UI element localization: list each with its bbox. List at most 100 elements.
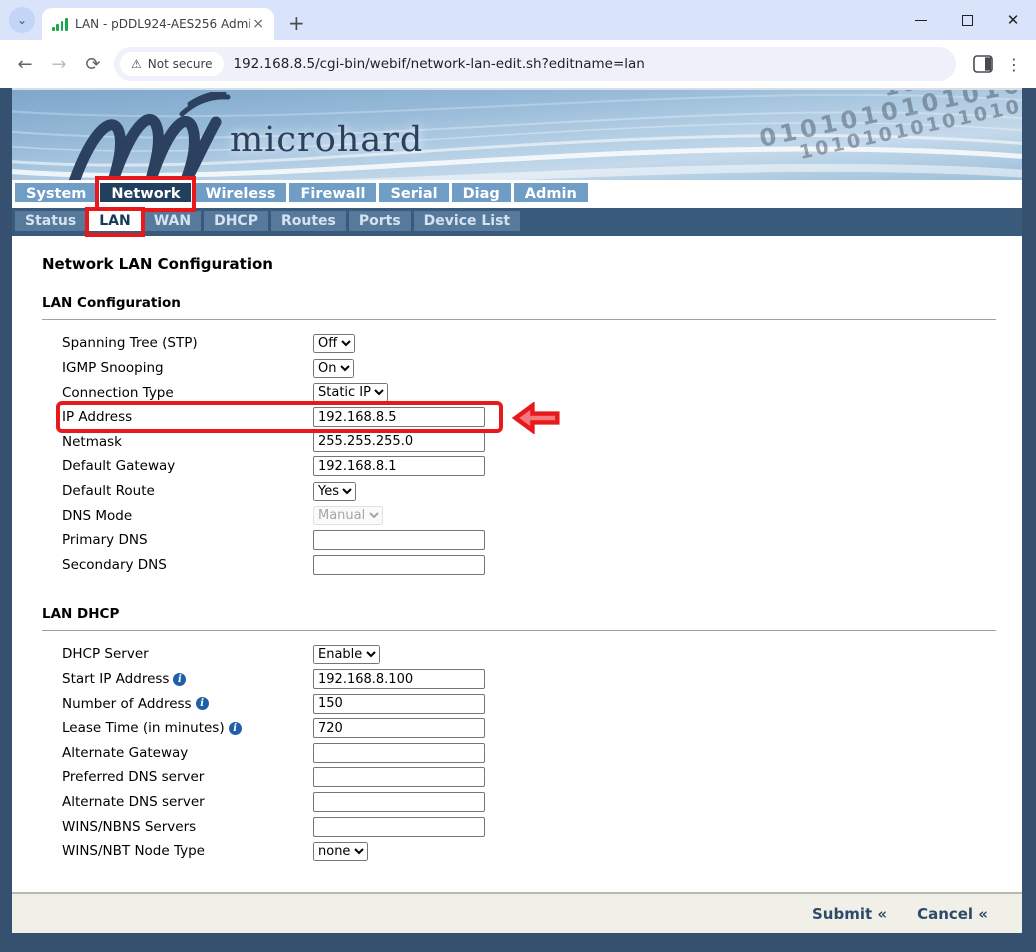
submit-button[interactable]: Submit « xyxy=(812,905,887,923)
red-arrow-icon xyxy=(511,402,561,434)
form-row: Number of Addressi xyxy=(62,691,996,716)
sub-nav-label: LAN xyxy=(89,211,140,231)
netmask-input[interactable] xyxy=(313,432,485,452)
ip-address-input[interactable] xyxy=(313,407,485,427)
default-gateway-input[interactable] xyxy=(313,456,485,476)
primary-dns-input[interactable] xyxy=(313,530,485,550)
sub-nav-item-dhcp[interactable]: DHCP xyxy=(204,211,268,233)
start-ip-address-input[interactable] xyxy=(313,669,485,689)
bottom-navy-bar xyxy=(12,933,1022,952)
form-section: LAN DHCPDHCP ServerEnableStart IP Addres… xyxy=(42,606,996,863)
dns-mode-select[interactable]: Manual xyxy=(313,506,383,525)
default-route-select[interactable]: Yes xyxy=(313,482,356,501)
sub-nav-item-wan[interactable]: WAN xyxy=(144,211,201,233)
alternate-gateway-input[interactable] xyxy=(313,743,485,763)
form-row: IP Address xyxy=(62,405,996,430)
section-divider xyxy=(42,319,996,320)
url-bar[interactable]: ⚠ Not secure 192.168.8.5/cgi-bin/webif/n… xyxy=(114,47,956,81)
sub-nav-label: WAN xyxy=(144,211,201,231)
main-nav-item-diag[interactable]: Diag xyxy=(452,183,511,208)
main-nav-item-serial[interactable]: Serial xyxy=(379,183,448,208)
form-sections: LAN ConfigurationSpanning Tree (STP)OffI… xyxy=(42,295,996,863)
main-nav-item-network[interactable]: Network xyxy=(100,183,191,208)
main-nav-item-system[interactable]: System xyxy=(15,183,97,208)
sub-nav-label: Status xyxy=(15,211,86,231)
sub-nav-label: Ports xyxy=(349,211,411,231)
form-row: Primary DNS xyxy=(62,528,996,553)
info-icon[interactable]: i xyxy=(229,722,242,735)
form-row: Default RouteYes xyxy=(62,479,996,504)
lease-time-in-minutes-label: Lease Time (in minutes)i xyxy=(62,720,313,736)
not-secure-chip[interactable]: ⚠ Not secure xyxy=(120,52,224,76)
info-icon[interactable]: i xyxy=(196,697,209,710)
main-nav-item-admin[interactable]: Admin xyxy=(514,183,588,208)
main-nav-label: Wireless xyxy=(194,183,286,202)
primary-dns-label: Primary DNS xyxy=(62,532,313,548)
number-of-address-input[interactable] xyxy=(313,694,485,714)
connection-type-label: Connection Type xyxy=(62,385,313,401)
wins-nbt-node-type-label: WINS/NBT Node Type xyxy=(62,843,313,859)
alternate-dns-server-input[interactable] xyxy=(313,792,485,812)
tab-close-icon[interactable]: × xyxy=(250,16,266,32)
sub-nav-item-ports[interactable]: Ports xyxy=(349,211,411,233)
sub-nav-item-lan[interactable]: LAN xyxy=(89,211,140,233)
forward-icon[interactable]: → xyxy=(42,47,76,81)
menu-kebab-icon[interactable]: ⋮ xyxy=(1000,47,1028,81)
sub-nav-item-routes[interactable]: Routes xyxy=(271,211,346,233)
close-button[interactable]: ✕ xyxy=(990,0,1036,40)
form-row: Alternate Gateway xyxy=(62,740,996,765)
connection-type-select[interactable]: Static IP xyxy=(313,383,388,402)
main-nav-item-wireless[interactable]: Wireless xyxy=(194,183,286,208)
form-row: Spanning Tree (STP)Off xyxy=(62,331,996,356)
form-row: Start IP Addressi xyxy=(62,667,996,692)
secondary-dns-input[interactable] xyxy=(313,555,485,575)
sub-nav-item-device-list[interactable]: Device List xyxy=(414,211,520,233)
igmp-snooping-select[interactable]: On xyxy=(313,359,354,378)
cancel-button[interactable]: Cancel « xyxy=(917,905,988,923)
main-nav-item-firewall[interactable]: Firewall xyxy=(289,183,376,208)
tab-title: LAN - pDDL924-AES256 Admin xyxy=(75,17,250,31)
netmask-label: Netmask xyxy=(62,434,313,450)
form-row: Alternate DNS server xyxy=(62,790,996,815)
main-nav-label: Firewall xyxy=(289,183,376,202)
reload-icon[interactable]: ⟳ xyxy=(76,47,110,81)
preferred-dns-server-input[interactable] xyxy=(313,767,485,787)
main-nav-label: System xyxy=(15,183,97,202)
wins-nbt-node-type-select[interactable]: none xyxy=(313,842,368,861)
dns-mode-label: DNS Mode xyxy=(62,508,313,524)
info-icon[interactable]: i xyxy=(173,673,186,686)
page-content: Network LAN Configuration LAN Configurat… xyxy=(12,236,1022,892)
wins-nbns-servers-input[interactable] xyxy=(313,817,485,837)
tab-search-button[interactable]: ⌄ xyxy=(9,7,35,33)
browser-tab[interactable]: LAN - pDDL924-AES256 Admin × xyxy=(42,8,274,40)
url-text: 192.168.8.5/cgi-bin/webif/network-lan-ed… xyxy=(234,56,645,72)
section-heading: LAN Configuration xyxy=(42,295,996,311)
lease-time-in-minutes-input[interactable] xyxy=(313,718,485,738)
sub-nav-label: DHCP xyxy=(204,211,268,231)
main-nav-label: Diag xyxy=(452,183,511,202)
form-row: Secondary DNS xyxy=(62,553,996,578)
ip-address-label: IP Address xyxy=(62,409,313,425)
warning-icon: ⚠ xyxy=(131,57,142,71)
form-section: LAN ConfigurationSpanning Tree (STP)OffI… xyxy=(42,295,996,577)
new-tab-button[interactable]: + xyxy=(288,11,305,35)
dhcp-server-label: DHCP Server xyxy=(62,646,313,662)
dhcp-server-select[interactable]: Enable xyxy=(313,645,380,664)
form-row: Preferred DNS server xyxy=(62,765,996,790)
maximize-button[interactable] xyxy=(944,0,990,40)
webpage: microhard 1010101 0101010101010 10101010… xyxy=(0,88,1036,952)
form-row: Lease Time (in minutes)i xyxy=(62,716,996,741)
form-row: IGMP SnoopingOn xyxy=(62,356,996,381)
browser-toolbar: ← → ⟳ ⚠ Not secure 192.168.8.5/cgi-bin/w… xyxy=(0,40,1036,88)
not-secure-label: Not secure xyxy=(148,57,213,71)
minimize-button[interactable] xyxy=(898,0,944,40)
signal-bars-favicon-icon xyxy=(52,17,68,31)
sub-nav-item-status[interactable]: Status xyxy=(15,211,86,233)
microhard-logo-text: microhard xyxy=(230,120,423,160)
main-nav: SystemNetworkWirelessFirewallSerialDiagA… xyxy=(12,180,1022,208)
form-row: WINS/NBT Node Typenone xyxy=(62,839,996,864)
side-panel-icon[interactable] xyxy=(966,47,1000,81)
spanning-tree-stp-select[interactable]: Off xyxy=(313,334,355,353)
back-icon[interactable]: ← xyxy=(8,47,42,81)
igmp-snooping-label: IGMP Snooping xyxy=(62,360,313,376)
